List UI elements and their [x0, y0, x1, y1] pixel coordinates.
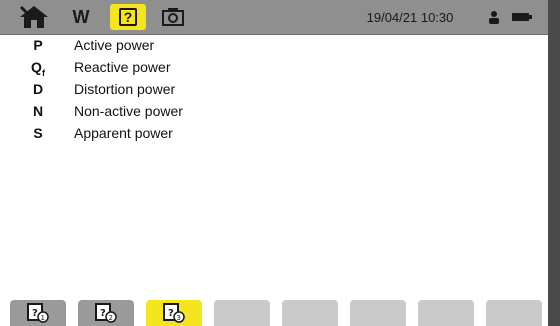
- battery-icon: [510, 0, 534, 34]
- power-symbol: Qf: [31, 59, 45, 78]
- status-bar: W ? 19/04/21 10:30: [0, 0, 548, 35]
- svg-text:3: 3: [177, 314, 181, 322]
- list-item-reactive-power: Qf Reactive power: [0, 56, 300, 78]
- svg-text:?: ?: [168, 308, 174, 319]
- tab-help-page-1[interactable]: ? 1: [10, 300, 66, 326]
- power-symbol: S: [33, 125, 43, 141]
- datetime-display: 19/04/21 10:30: [366, 9, 454, 25]
- tab-empty: [282, 300, 338, 326]
- list-item-active-power: P Active power: [0, 34, 300, 56]
- svg-text:1: 1: [41, 314, 45, 322]
- power-description: Non-active power: [74, 103, 183, 119]
- power-description: Apparent power: [74, 125, 173, 141]
- power-symbol: D: [32, 81, 44, 97]
- power-description: Reactive power: [74, 59, 171, 75]
- power-description: Distortion power: [74, 81, 176, 97]
- tab-help-page-3[interactable]: ? 3: [146, 300, 202, 326]
- svg-text:?: ?: [100, 308, 106, 319]
- power-symbol: P: [33, 37, 43, 53]
- svg-text:2: 2: [109, 314, 113, 322]
- tab-empty: [214, 300, 270, 326]
- home-icon[interactable]: [14, 0, 54, 34]
- svg-text:?: ?: [32, 308, 38, 319]
- tab-empty: [350, 300, 406, 326]
- device-bezel: [548, 0, 560, 326]
- list-item-apparent-power: S Apparent power: [0, 122, 300, 144]
- person-icon: [484, 0, 504, 34]
- help-page-2-icon: ? 2: [95, 303, 117, 323]
- camera-icon[interactable]: [156, 0, 190, 34]
- tab-empty: [418, 300, 474, 326]
- device-screen: W ? 19/04/21 10:30 P Active power Qf Rea…: [0, 0, 560, 326]
- power-description: Active power: [74, 37, 155, 53]
- help-page-1-icon: ? 1: [27, 303, 49, 323]
- tab-help-page-2[interactable]: ? 2: [78, 300, 134, 326]
- help-page-3-icon: ? 3: [163, 303, 185, 323]
- help-tab[interactable]: ?: [110, 4, 146, 30]
- tab-empty: [486, 300, 542, 326]
- list-item-distortion-power: D Distortion power: [0, 78, 300, 100]
- bottom-tab-bar: ? 1 ? 2 ? 3: [0, 297, 548, 326]
- list-item-non-active-power: N Non-active power: [0, 100, 300, 122]
- help-icon: ?: [119, 8, 137, 26]
- mode-label-w[interactable]: W: [66, 0, 96, 34]
- power-symbol: N: [32, 103, 44, 119]
